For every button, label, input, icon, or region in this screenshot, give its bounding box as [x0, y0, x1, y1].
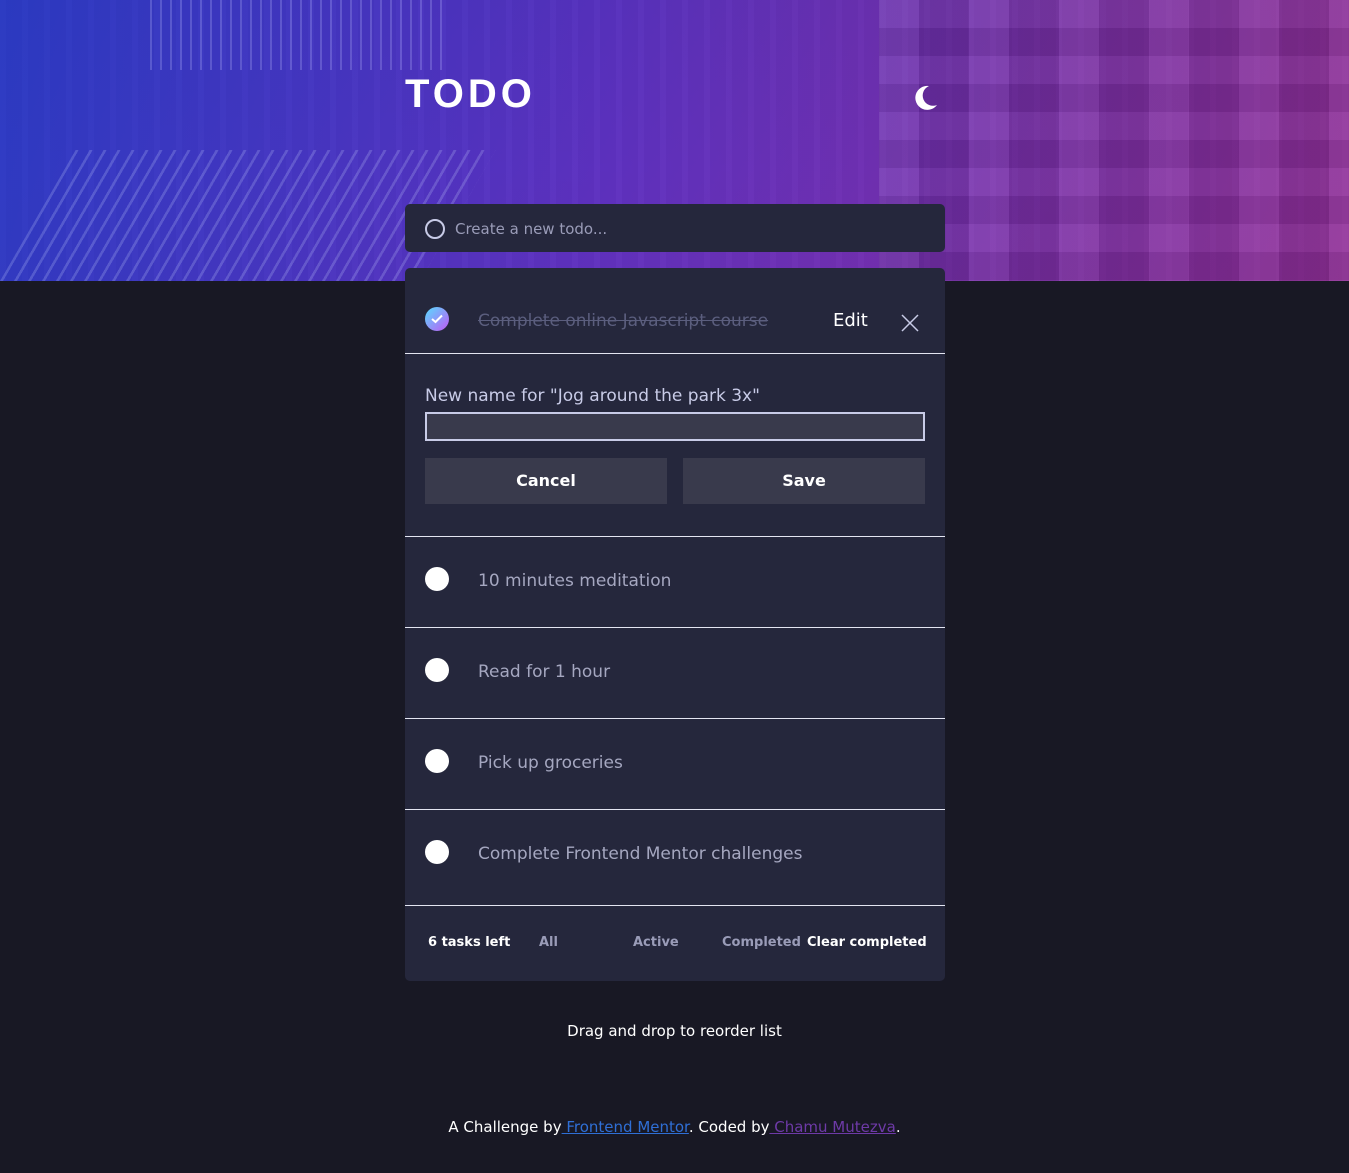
- filter-all[interactable]: All: [539, 935, 558, 950]
- todo-item[interactable]: 10 minutes meditation: [405, 537, 945, 628]
- todo-text: Read for 1 hour: [478, 662, 611, 682]
- drag-hint: Drag and drop to reorder list: [567, 1022, 782, 1040]
- frontend-mentor-link[interactable]: Frontend Mentor: [562, 1118, 689, 1136]
- moon-icon: [915, 85, 937, 110]
- todo-item[interactable]: Read for 1 hour: [405, 628, 945, 719]
- todo-text: 10 minutes meditation: [478, 571, 672, 591]
- new-todo-bar: [405, 204, 945, 252]
- todo-text: Complete Frontend Mentor challenges: [478, 844, 803, 864]
- todo-checkbox[interactable]: [425, 658, 449, 682]
- edit-form: New name for "Jog around the park 3x" Ca…: [405, 268, 945, 537]
- app-title: TODO: [405, 72, 536, 116]
- attribution: A Challenge by Frontend Mentor. Coded by…: [0, 1118, 1349, 1136]
- cancel-button[interactable]: Cancel: [425, 458, 667, 504]
- theme-toggle-button[interactable]: [910, 83, 940, 113]
- list-footer: 6 tasks left All Active Completed Clear …: [405, 905, 945, 981]
- todo-list: Complete online Javascript course Edit N…: [405, 268, 945, 981]
- todo-item[interactable]: Complete Frontend Mentor challenges: [405, 810, 945, 905]
- background-pillars: [879, 0, 1349, 281]
- clear-completed-button[interactable]: Clear completed: [807, 935, 927, 950]
- todo-checkbox[interactable]: [425, 749, 449, 773]
- filter-completed[interactable]: Completed: [722, 935, 801, 950]
- todo-checkbox[interactable]: [425, 840, 449, 864]
- attribution-prefix: A Challenge by: [448, 1118, 562, 1136]
- todo-item[interactable]: Pick up groceries: [405, 719, 945, 810]
- items-left-count: 6 tasks left: [428, 935, 511, 950]
- new-todo-circle-icon[interactable]: [425, 219, 445, 239]
- filter-active[interactable]: Active: [633, 935, 679, 950]
- edit-form-label: New name for "Jog around the park 3x": [425, 386, 760, 406]
- todo-text: Pick up groceries: [478, 753, 623, 773]
- new-todo-input[interactable]: [453, 216, 927, 242]
- attribution-suffix: .: [895, 1118, 901, 1136]
- background-ceiling: [150, 0, 450, 70]
- save-button[interactable]: Save: [683, 458, 925, 504]
- todo-checkbox[interactable]: [425, 567, 449, 591]
- author-link[interactable]: Chamu Mutezva: [769, 1118, 896, 1136]
- attribution-separator: . Coded by: [688, 1118, 770, 1136]
- rename-input[interactable]: [425, 412, 925, 441]
